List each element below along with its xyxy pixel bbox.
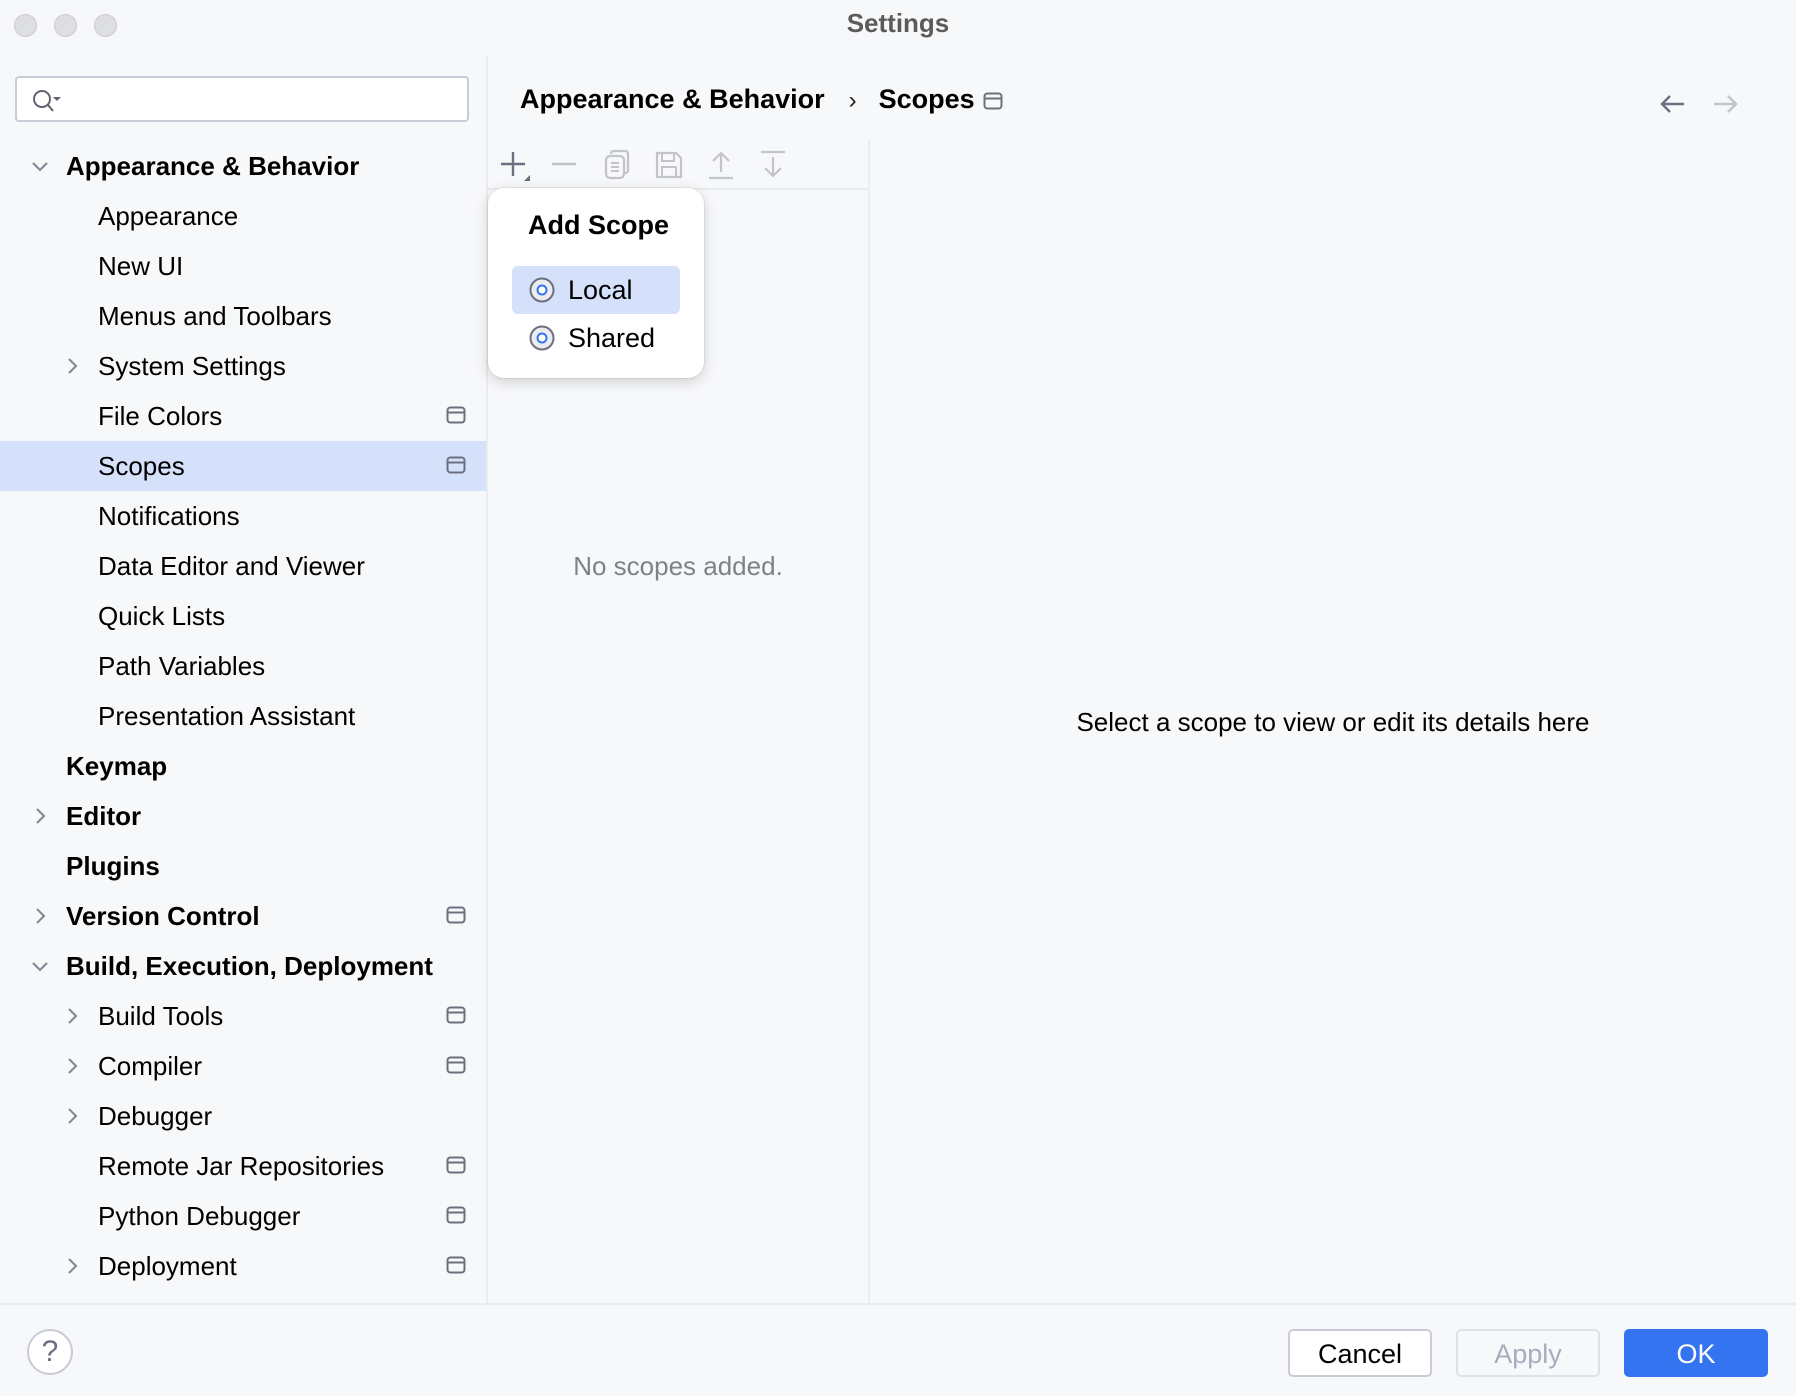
project-level-icon: [446, 1206, 466, 1224]
sidebar-item-label: Build, Execution, Deployment: [66, 951, 433, 981]
sidebar-item-label: Menus and Toolbars: [98, 301, 332, 331]
breadcrumb-current: Scopes: [878, 84, 975, 114]
search-input[interactable]: [73, 84, 457, 116]
settings-search[interactable]: [15, 76, 469, 122]
sidebar-item[interactable]: System Settings: [0, 341, 486, 391]
scope-shared-icon: [529, 325, 555, 351]
copy-icon[interactable]: [600, 148, 634, 182]
save-icon[interactable]: [652, 148, 686, 182]
footer-separator: [0, 1303, 1796, 1305]
sidebar-item-label: Path Variables: [98, 651, 266, 681]
popup-item-label: Shared: [568, 323, 656, 353]
chevron-down-icon[interactable]: [28, 154, 52, 178]
chevron-right-icon[interactable]: [28, 804, 52, 828]
plus-icon[interactable]: [497, 148, 531, 182]
minus-icon[interactable]: [548, 148, 582, 182]
chevron-right-icon[interactable]: [28, 904, 52, 928]
sidebar-item-label: Presentation Assistant: [98, 701, 356, 731]
sidebar-item[interactable]: New UI: [0, 241, 486, 291]
sidebar-item-label: Remote Jar Repositories: [98, 1151, 385, 1181]
project-level-icon: [446, 1256, 466, 1274]
sidebar-item-label: Editor: [66, 801, 142, 831]
settings-window: Settings Appearance & Behavior Appearance…: [0, 0, 1796, 1396]
project-level-icon: [983, 92, 1003, 110]
sidebar-item[interactable]: Presentation Assistant: [0, 691, 486, 741]
popup-item-local[interactable]: Local: [512, 266, 680, 314]
ok-button[interactable]: OK: [1624, 1329, 1768, 1377]
project-level-icon: [446, 1156, 466, 1174]
sidebar-item[interactable]: Version Control: [0, 891, 486, 941]
project-level-icon: [446, 1056, 466, 1074]
chevron-right-icon[interactable]: [60, 1254, 84, 1278]
sidebar-item-label: File Colors: [98, 401, 223, 431]
sidebar-item[interactable]: Quick Lists: [0, 591, 486, 641]
sidebar-item-label: Plugins: [66, 851, 160, 881]
project-level-icon: [446, 456, 466, 474]
sidebar-item[interactable]: Python Debugger: [0, 1191, 486, 1241]
breadcrumb-parent[interactable]: Appearance & Behavior: [520, 84, 825, 114]
breadcrumb-separator: ›: [848, 87, 857, 114]
sidebar-item-label: Appearance: [98, 201, 239, 231]
chevron-right-icon[interactable]: [60, 1054, 84, 1078]
sidebar-item[interactable]: Notifications: [0, 491, 486, 541]
sidebar-item-label: New UI: [98, 251, 184, 281]
add-scope-popup: Add Scope Local Shared: [488, 188, 704, 378]
sidebar-item-label: Compiler: [98, 1051, 203, 1081]
project-level-icon: [446, 406, 466, 424]
arrow-down-icon[interactable]: [756, 148, 790, 182]
sidebar-item-label: Appearance & Behavior: [66, 151, 360, 181]
popup-item-shared[interactable]: Shared: [512, 314, 680, 362]
sidebar-item[interactable]: Editor: [0, 791, 486, 841]
popup-item-label: Local: [568, 275, 633, 305]
sidebar-item-label: Notifications: [98, 501, 240, 531]
settings-tree: Appearance & Behavior Appearance New UI Men…: [0, 141, 486, 1291]
sidebar-item[interactable]: Menus and Toolbars: [0, 291, 486, 341]
sidebar-item-label: Deployment: [98, 1251, 237, 1281]
details-placeholder: Select a scope to view or edit its detai…: [1076, 707, 1590, 737]
project-level-icon: [446, 1006, 466, 1024]
sidebar-item-label: Scopes: [98, 451, 185, 481]
scope-local-icon: [529, 277, 555, 303]
sidebar-item[interactable]: Appearance & Behavior: [0, 141, 486, 191]
sidebar-item[interactable]: Data Editor and Viewer: [0, 541, 486, 591]
help-button[interactable]: ?: [27, 1329, 73, 1375]
scopes-empty-text: No scopes added.: [573, 551, 783, 581]
sidebar-item-label: Debugger: [98, 1101, 213, 1131]
popup-title: Add Scope: [528, 210, 670, 240]
chevron-right-icon[interactable]: [60, 1104, 84, 1128]
sidebar-item[interactable]: Remote Jar Repositories: [0, 1141, 486, 1191]
apply-button[interactable]: Apply: [1456, 1329, 1600, 1377]
forward-arrow-icon[interactable]: [1710, 92, 1740, 116]
sidebar-item-label: System Settings: [98, 351, 286, 381]
sidebar-item[interactable]: Build, Execution, Deployment: [0, 941, 486, 991]
sidebar-item-label: Quick Lists: [98, 601, 226, 631]
project-level-icon: [446, 906, 466, 924]
sidebar-item-label: Build Tools: [98, 1001, 224, 1031]
window-title: Settings: [846, 8, 950, 38]
sidebar-item-label: Keymap: [66, 751, 168, 781]
chevron-down-icon[interactable]: [28, 954, 52, 978]
sidebar-item-label: Python Debugger: [98, 1201, 301, 1231]
sidebar-item[interactable]: File Colors: [0, 391, 486, 441]
sidebar-item[interactable]: Compiler: [0, 1041, 486, 1091]
breadcrumb: Appearance & Behavior › Scopes: [520, 84, 975, 115]
sidebar-item-label: Version Control: [66, 901, 260, 931]
sidebar-item[interactable]: Debugger: [0, 1091, 486, 1141]
search-icon: [33, 90, 61, 112]
back-arrow-icon[interactable]: [1658, 92, 1688, 116]
sidebar-item[interactable]: Keymap: [0, 741, 486, 791]
sidebar-item[interactable]: Plugins: [0, 841, 486, 891]
chevron-right-icon[interactable]: [60, 1004, 84, 1028]
arrow-up-icon[interactable]: [704, 148, 738, 182]
sidebar-item[interactable]: Appearance: [0, 191, 486, 241]
sidebar-item[interactable]: Path Variables: [0, 641, 486, 691]
sidebar-item-label: Data Editor and Viewer: [98, 551, 365, 581]
sidebar-item[interactable]: Deployment: [0, 1241, 486, 1291]
sidebar-item[interactable]: Build Tools: [0, 991, 486, 1041]
cancel-button[interactable]: Cancel: [1288, 1329, 1432, 1377]
chevron-right-icon[interactable]: [60, 354, 84, 378]
sidebar-item[interactable]: Scopes: [0, 441, 486, 491]
